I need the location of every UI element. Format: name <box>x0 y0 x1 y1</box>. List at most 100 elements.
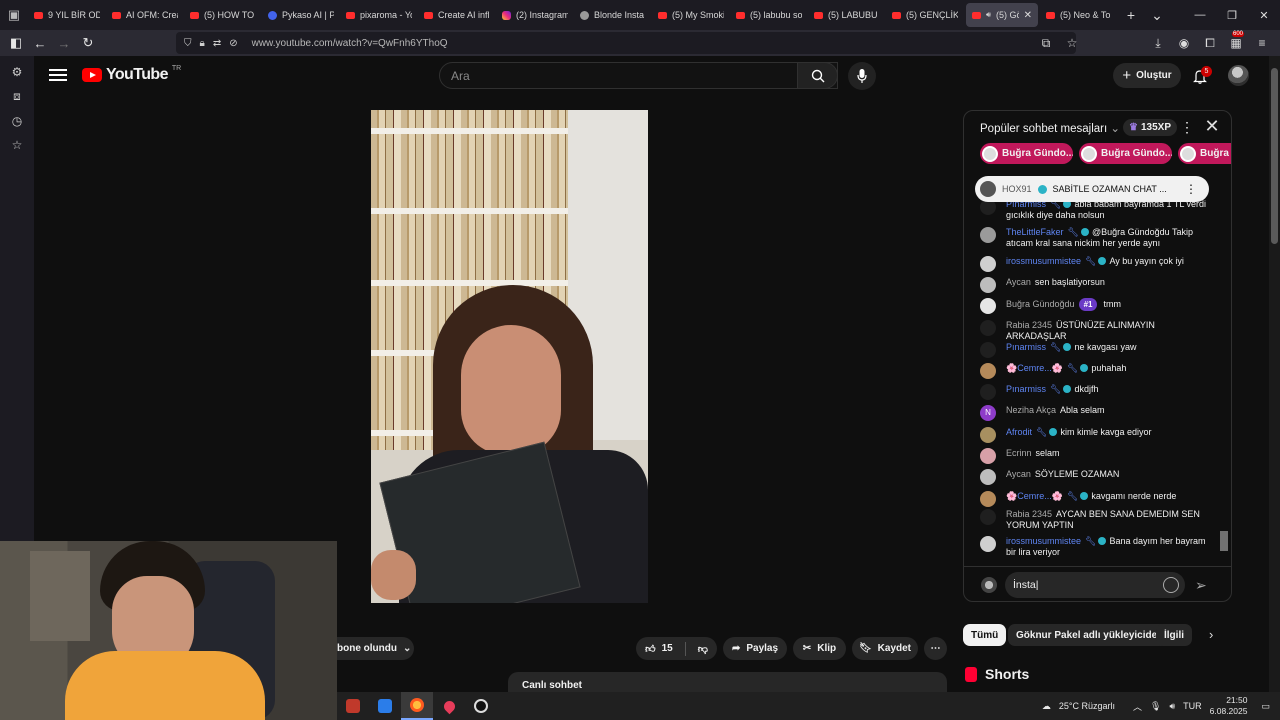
chip-related[interactable]: İlgili <box>1156 624 1192 646</box>
chat-message[interactable]: Pınarmiss 🔧︎ abla babam bayramda 1 TL verd… <box>980 199 1208 221</box>
shield-icon[interactable]: ⛉ <box>184 38 192 49</box>
chat-author[interactable]: irossmusummistee <box>1006 536 1081 546</box>
speaker-icon[interactable]: 🔊︎ <box>1169 701 1175 712</box>
chat-message[interactable]: Aycan sen başlatiyorsun <box>980 277 1208 293</box>
history-icon[interactable]: ◷ <box>12 114 22 128</box>
notifications-tray-icon[interactable]: ▭ <box>1261 701 1270 712</box>
browser-tab[interactable]: Blonde Insta <box>574 0 652 30</box>
browser-tab[interactable]: (2) Instagram <box>496 0 574 30</box>
ai-chat-icon[interactable]: ⚙ <box>12 65 23 79</box>
chat-message[interactable]: irossmusummistee 🔧︎ Bana dayım her bayram … <box>980 536 1208 558</box>
chat-author[interactable]: Buğra Gündoğdu <box>1006 299 1075 309</box>
chat-author[interactable]: Rabia 2345 <box>1006 320 1052 330</box>
account-avatar[interactable] <box>1228 65 1249 86</box>
url-text[interactable]: www.youtube.com/watch?v=QwFnh6YThoQ <box>252 38 448 49</box>
save-button[interactable]: 🔖︎ Kaydet <box>852 637 918 660</box>
dislike-button[interactable]: 👎︎ <box>698 643 708 655</box>
chat-message[interactable]: Ecrinn selam <box>980 448 1208 464</box>
chat-message[interactable]: 🌸Cemre...🌸 🔧︎ puhahah <box>980 363 1208 379</box>
browser-tab[interactable]: (5) My Smoki <box>652 0 730 30</box>
search-input[interactable]: Ara <box>439 62 838 89</box>
address-bar[interactable]: ⛉ 🔒︎ ⇄ ⊘ www.youtube.com/watch?v=QwFnh6Y… <box>176 32 1076 54</box>
chat-author[interactable]: 🌸Cemre...🌸 <box>1006 491 1063 501</box>
browser-tab[interactable]: Pykaso AI | P <box>262 0 340 30</box>
browser-tab[interactable]: AI OFM: Crea <box>106 0 184 30</box>
emoji-icon[interactable] <box>1163 577 1179 593</box>
pinned-message[interactable]: HOX91 SABİTLE OZAMAN CHAT ... ⋮ <box>975 176 1209 202</box>
browser-tab[interactable]: (5) labubu so <box>730 0 808 30</box>
chat-author[interactable]: Pınarmiss <box>1006 342 1046 352</box>
bookmarks-icon[interactable]: ☆ <box>12 138 23 152</box>
browser-tab[interactable]: (5) HOW TO <box>184 0 262 30</box>
chat-mode-title[interactable]: Popüler sohbet mesajları ⌄ <box>980 121 1120 135</box>
close-tab-icon[interactable]: ✕ <box>1024 10 1032 21</box>
taskbar-app-explorer[interactable] <box>369 692 401 720</box>
page-scroll-thumb[interactable] <box>1271 68 1278 244</box>
browser-tab[interactable]: (5) Neo & To <box>1040 0 1118 30</box>
tab-list-chevron-icon[interactable]: ⌄ <box>1144 0 1170 30</box>
addon-icon[interactable]: ▦ 600 <box>1226 31 1246 50</box>
chat-message[interactable]: irossmusummistee 🔧︎ Ay bu yayın çok iyi <box>980 256 1208 272</box>
subscribed-button[interactable]: bone olundu ⌄ <box>337 637 414 660</box>
chat-message-list[interactable]: Pınarmiss 🔧︎ abla babam bayramda 1 TL verd… <box>980 199 1214 564</box>
guide-menu-icon[interactable] <box>49 66 67 82</box>
chat-author[interactable]: TheLittleFaker <box>1006 227 1064 237</box>
video-player[interactable] <box>371 110 648 603</box>
chat-message[interactable]: Aycan SÖYLEME OZAMAN <box>980 469 1208 485</box>
xp-badge[interactable]: ♛ 135XP <box>1123 119 1177 136</box>
browser-tab[interactable]: 9 YIL BİR OD <box>28 0 106 30</box>
chat-author[interactable]: Aycan <box>1006 277 1031 287</box>
chat-author[interactable]: Pınarmiss <box>1006 384 1046 394</box>
reload-button[interactable]: ↻ <box>76 30 100 56</box>
chat-message[interactable]: 🌸Cemre...🌸 🔧︎ kavgamı nerde nerde <box>980 491 1208 507</box>
chat-scroll-thumb[interactable] <box>1220 531 1228 551</box>
taskbar-app-obs[interactable] <box>465 692 497 720</box>
weather-text[interactable]: 25°C Rüzgarlı <box>1059 701 1115 711</box>
chat-message[interactable]: Afrodit 🔧︎ kim kimle kavga ediyor <box>980 427 1208 443</box>
browser-tab[interactable]: pixaroma - Yo <box>340 0 418 30</box>
donor-chip[interactable]: Buğra Gündo... <box>980 143 1073 164</box>
like-button[interactable]: 👍︎ 15 <box>645 643 673 655</box>
chat-author[interactable]: Neziha Akça <box>1006 405 1056 415</box>
no-autoplay-icon[interactable]: ⊘ <box>229 38 237 49</box>
donor-chip[interactable]: Buğra G <box>1178 143 1231 164</box>
browser-tab[interactable]: (5) GENÇLİK <box>886 0 964 30</box>
chat-more-icon[interactable]: ⋮ <box>1180 119 1194 136</box>
taskbar-app-maps[interactable] <box>433 692 465 720</box>
chat-author[interactable]: 🌸Cemre...🌸 <box>1006 363 1063 373</box>
sidebar-toggle-icon[interactable]: ◧ <box>4 30 28 56</box>
close-window-button[interactable]: ✕ <box>1248 0 1280 30</box>
pinned-more-icon[interactable]: ⋮ <box>1185 182 1197 196</box>
microphone-tray-icon[interactable]: 🎙︎ <box>1150 701 1161 712</box>
maximize-button[interactable]: ❐ <box>1216 0 1248 30</box>
clip-button[interactable]: ✂ Klip <box>793 637 846 660</box>
chat-message[interactable]: Rabia 2345 AYCAN BEN SANA DEMEDIM SEN YOR… <box>980 509 1208 531</box>
chat-scrollbar[interactable] <box>1220 171 1228 563</box>
taskbar-app-red[interactable] <box>337 692 369 720</box>
chat-message[interactable]: TheLittleFaker 🔧︎ @Buğra Gündoğdu Takip at… <box>980 227 1208 249</box>
voice-search-button[interactable] <box>848 62 876 90</box>
downloads-icon[interactable]: ⤓ <box>1148 36 1168 51</box>
browser-tab[interactable]: (5) LABUBU D <box>808 0 886 30</box>
send-icon[interactable]: ➢ <box>1195 577 1211 593</box>
chat-author[interactable]: Ecrinn <box>1006 448 1032 458</box>
chat-author[interactable]: Afrodit <box>1006 427 1032 437</box>
chat-message[interactable]: Pınarmiss 🔧︎ dkdjfh <box>980 384 1208 400</box>
minimize-button[interactable]: — <box>1184 0 1216 30</box>
chip-from-uploader[interactable]: Göknur Pakel adlı yükleyiciden <box>1008 624 1172 646</box>
youtube-logo[interactable]: YouTube TR <box>82 65 181 84</box>
new-tab-button[interactable]: + <box>1118 0 1144 30</box>
page-scrollbar[interactable] <box>1269 56 1280 696</box>
extensions-icon[interactable]: ⧠ <box>1200 36 1220 51</box>
chevron-right-icon[interactable]: › <box>1209 627 1213 642</box>
synced-tabs-icon[interactable]: ⧈ <box>13 89 21 104</box>
chat-author[interactable]: irossmusummistee <box>1006 256 1081 266</box>
clock[interactable]: 21:50 6.08.2025 <box>1210 695 1248 717</box>
bookmark-star-icon[interactable]: ☆ <box>1062 36 1082 50</box>
forward-button[interactable]: → <box>52 30 76 56</box>
input-language[interactable]: TUR <box>1183 701 1202 711</box>
more-actions-button[interactable]: ⋯ <box>924 637 947 660</box>
share-button[interactable]: ➦ Paylaş <box>723 637 787 660</box>
close-chat-icon[interactable]: ✕ <box>1202 116 1222 137</box>
chat-author[interactable]: Rabia 2345 <box>1006 509 1052 519</box>
